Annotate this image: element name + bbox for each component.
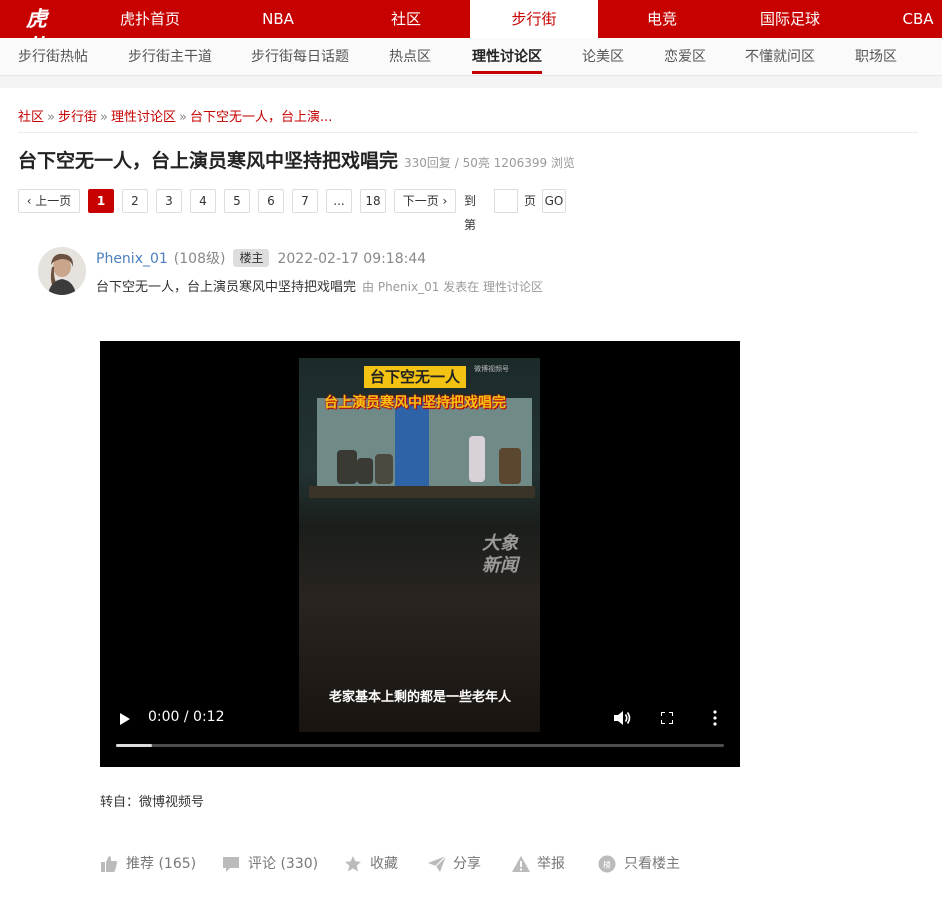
share-icon (428, 855, 447, 872)
stage-floor (309, 486, 535, 498)
post-time: 2022-02-17 09:18:44 (277, 251, 427, 267)
video-controls: 0:00 / 0:12 (100, 701, 740, 767)
figure (499, 448, 521, 484)
author-name[interactable]: Phenix_01 (96, 251, 168, 267)
video-watermark: 微博视频号 (474, 365, 509, 373)
post-subtitle-row: 台下空无一人，台上演员寒风中坚持把戏唱完由 Phenix_01 发表在 理性讨论… (96, 276, 543, 295)
comment-icon (223, 857, 239, 872)
share-label: 分享 (453, 856, 481, 872)
nav-item-bxj[interactable]: 步行街 (470, 0, 598, 38)
figure (357, 458, 373, 484)
sub-item-beauty[interactable]: 论美区 (582, 38, 624, 76)
figure (337, 450, 357, 484)
page-7[interactable]: 7 (292, 189, 318, 213)
nav-item-cba[interactable]: CBA (886, 0, 942, 38)
nav-item-esports[interactable]: 电竞 (620, 0, 704, 38)
thread-panel: 社区» 步行街» 理性讨论区» 台下空无一人，台上演... 台下空无一人，台上演员寒风… (0, 88, 942, 908)
nav-item-home[interactable]: 虎扑首页 (96, 0, 204, 38)
op-badge: 楼主 (233, 249, 270, 267)
prev-page-button[interactable]: ‹ 上一页 (18, 189, 80, 213)
thread-stats: 330回复 / 50亮 1206399 浏览 (404, 156, 575, 170)
breadcrumb: 社区» 步行街» 理性讨论区» 台下空无一人，台上演... (18, 106, 332, 125)
figure (375, 454, 393, 484)
breadcrumb-sep: » (178, 110, 187, 125)
post-meta: Phenix_01 (108级) 楼主 2022-02-17 09:18:44 (96, 248, 426, 268)
sub-item-main[interactable]: 步行街主干道 (128, 38, 212, 76)
thread-header: 台下空无一人，台上演员寒风中坚持把戏唱完 330回复 / 50亮 1206399 … (18, 146, 575, 173)
hupu-logo[interactable]: 虎扑 (26, 5, 60, 59)
divider (18, 132, 918, 133)
svg-text:楼: 楼 (603, 860, 611, 870)
sub-nav: 步行街热帖 步行街主干道 步行街每日话题 热点区 理性讨论区 论美区 恋爱区 不… (0, 38, 942, 76)
sub-item-work[interactable]: 职场区 (855, 38, 897, 76)
fullscreen-icon[interactable] (661, 712, 673, 724)
breadcrumb-bxj[interactable]: 步行街 (58, 110, 97, 125)
page-18[interactable]: 18 (360, 189, 386, 213)
breadcrumb-sep: » (47, 110, 55, 125)
progress-fill (116, 744, 153, 747)
sub-item-love[interactable]: 恋爱区 (664, 38, 706, 76)
goto-page-input[interactable] (494, 189, 518, 213)
goto-suffix: 页 (524, 194, 537, 208)
sub-item-daily-topic[interactable]: 步行街每日话题 (251, 38, 349, 76)
page-4[interactable]: 4 (190, 189, 216, 213)
page-1[interactable]: 1 (88, 189, 114, 213)
warning-icon (512, 856, 530, 872)
breadcrumb-community[interactable]: 社区 (18, 110, 44, 125)
nav-item-community[interactable]: 社区 (366, 0, 446, 38)
video-frame: 微博视频号 台下空无一人 台上演员寒风中坚持把戏唱完 大象 新闻 老家基本上剩的… (299, 358, 540, 732)
page-ellipsis: ... (326, 189, 352, 213)
video-overlay-title: 台下空无一人 (364, 366, 467, 388)
sub-item-hot-posts[interactable]: 步行街热帖 (18, 38, 88, 76)
avatar[interactable] (38, 247, 86, 295)
news-logo-watermark: 大象 新闻 (482, 533, 518, 576)
more-options-icon[interactable] (712, 710, 718, 726)
page-3[interactable]: 3 (156, 189, 182, 213)
thumbs-up-icon (101, 856, 117, 872)
sub-item-hotspot[interactable]: 热点区 (389, 38, 431, 76)
thread-title: 台下空无一人，台上演员寒风中坚持把戏唱完 (18, 150, 399, 172)
progress-track[interactable] (116, 744, 724, 747)
video-time: 0:00 / 0:12 (148, 709, 225, 725)
recommend-label: 推荐 (165) (126, 856, 197, 872)
video-player[interactable]: 微博视频号 台下空无一人 台上演员寒风中坚持把戏唱完 大象 新闻 老家基本上剩的… (100, 341, 740, 767)
video-overlay-subtitle: 台上演员寒风中坚持把戏唱完 (324, 395, 506, 411)
sub-item-ask[interactable]: 不懂就问区 (745, 38, 815, 76)
top-nav: 虎扑 虎扑首页 NBA 社区 步行街 电竞 国际足球 CBA (0, 0, 942, 59)
page-2[interactable]: 2 (122, 189, 148, 213)
posted-by: 由 Phenix_01 发表在 理性讨论区 (362, 280, 543, 294)
author-level: (108级) (173, 251, 226, 267)
go-button[interactable]: GO (542, 189, 566, 213)
goto-label: 到第 (464, 194, 477, 232)
star-icon (345, 856, 361, 872)
owner-only-label: 只看楼主 (624, 856, 680, 872)
page-5[interactable]: 5 (224, 189, 250, 213)
breadcrumb-rational[interactable]: 理性讨论区 (111, 110, 176, 125)
play-icon[interactable] (120, 713, 130, 725)
report-label: 举报 (537, 856, 565, 872)
page-6[interactable]: 6 (258, 189, 284, 213)
next-page-button[interactable]: 下一页 › (394, 189, 456, 213)
comment-label: 评论 (330) (248, 856, 319, 872)
breadcrumb-sep: » (100, 110, 108, 125)
post-subtitle: 台下空无一人，台上演员寒风中坚持把戏唱完 (96, 280, 357, 295)
owner-only-icon: 楼 (598, 855, 616, 873)
post-source: 转自：微博视频号 (100, 795, 205, 810)
nav-item-nba[interactable]: NBA (236, 0, 320, 38)
nav-item-soccer[interactable]: 国际足球 (742, 0, 838, 38)
breadcrumb-current[interactable]: 台下空无一人，台上演... (190, 110, 332, 125)
performer-figure (469, 436, 485, 482)
volume-icon[interactable] (612, 710, 632, 726)
sub-item-rational[interactable]: 理性讨论区 (472, 38, 542, 76)
favorite-label: 收藏 (370, 856, 398, 872)
